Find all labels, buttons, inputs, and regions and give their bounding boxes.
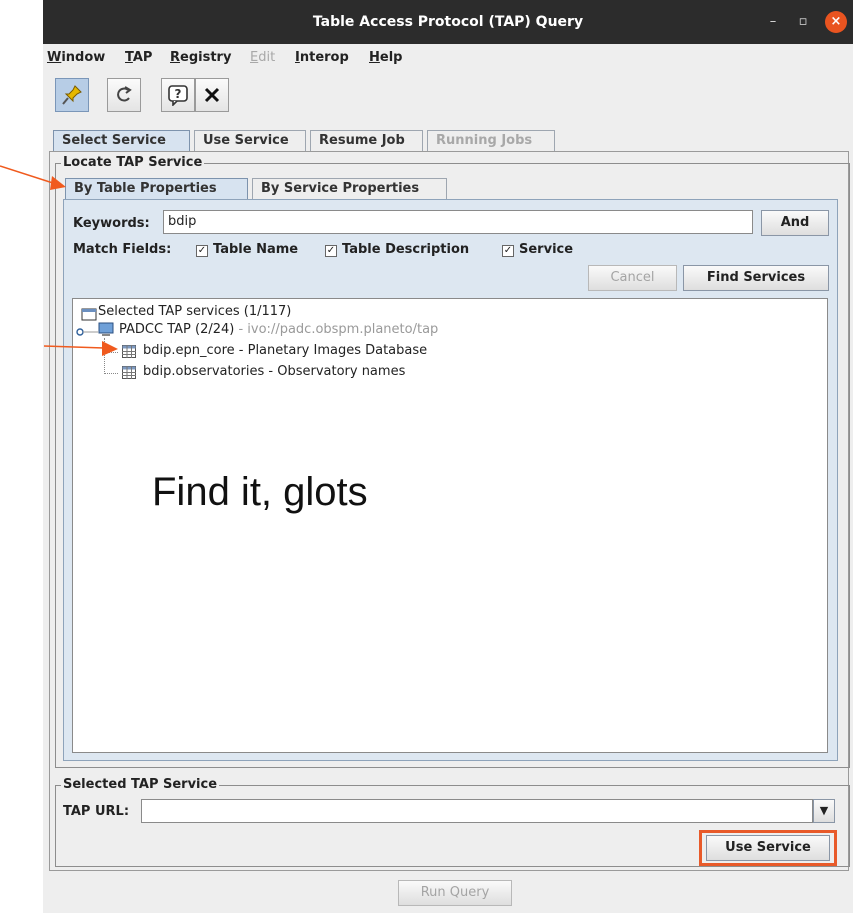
menu-tap[interactable]: TAP bbox=[125, 50, 152, 65]
menu-bar: Window TAP Registry Edit Interop Help bbox=[43, 44, 853, 72]
folder-icon bbox=[81, 308, 97, 321]
tap-url-label: TAP URL: bbox=[63, 804, 130, 819]
annotation-arrow-icon bbox=[44, 341, 118, 356]
annotation-arrow-icon bbox=[0, 165, 66, 190]
locate-group-title: Locate TAP Service bbox=[61, 155, 205, 170]
menu-help[interactable]: Help bbox=[369, 50, 402, 65]
keywords-input[interactable]: bdip bbox=[163, 210, 753, 234]
selected-group-title: Selected TAP Service bbox=[61, 777, 220, 792]
close-icon[interactable] bbox=[195, 78, 229, 112]
tree-root-label: Selected TAP services (1/117) bbox=[98, 304, 292, 319]
tap-url-dropdown-icon[interactable]: ▼ bbox=[813, 799, 835, 823]
find-services-button[interactable]: Find Services bbox=[683, 265, 829, 291]
tap-url-input[interactable] bbox=[141, 799, 813, 823]
annotation-text: Find it, glots bbox=[152, 470, 368, 514]
menu-edit: Edit bbox=[250, 50, 276, 65]
close-icon[interactable]: × bbox=[825, 11, 847, 33]
table-icon bbox=[122, 366, 136, 379]
tree-connector bbox=[104, 373, 118, 374]
tap-query-window: Table Access Protocol (TAP) Query – ▫ × … bbox=[43, 0, 853, 913]
title-bar: Table Access Protocol (TAP) Query – ▫ × bbox=[43, 0, 853, 44]
use-service-highlight bbox=[699, 830, 837, 866]
reload-icon[interactable] bbox=[107, 78, 141, 112]
table-description-label: Table Description bbox=[342, 242, 470, 257]
table-name-label: Table Name bbox=[213, 242, 299, 257]
menu-interop[interactable]: Interop bbox=[295, 50, 349, 65]
tab-running-jobs: Running Jobs bbox=[427, 130, 555, 152]
computer-icon bbox=[98, 322, 114, 336]
tab-use-service[interactable]: Use Service bbox=[194, 130, 306, 152]
service-label: Service bbox=[519, 242, 574, 257]
maximize-icon[interactable]: ▫ bbox=[793, 12, 813, 32]
checkbox-table-name[interactable]: ✓ bbox=[196, 245, 208, 257]
svg-text:?: ? bbox=[175, 87, 182, 101]
tab-select-service[interactable]: Select Service bbox=[53, 130, 190, 152]
tree-table-observatories[interactable]: bdip.observatories - Observatory names bbox=[143, 364, 405, 379]
keywords-label: Keywords: bbox=[73, 216, 150, 231]
help-icon[interactable]: ? bbox=[161, 78, 195, 112]
toolbar: ? bbox=[43, 72, 853, 120]
services-tree[interactable]: Selected TAP services (1/117) PADCC TAP … bbox=[72, 298, 828, 753]
table-icon bbox=[122, 345, 136, 358]
tree-table-epn-core[interactable]: bdip.epn_core - Planetary Images Databas… bbox=[143, 343, 427, 358]
checkbox-table-description[interactable]: ✓ bbox=[325, 245, 337, 257]
cancel-button: Cancel bbox=[588, 265, 677, 291]
tree-service-node[interactable]: PADCC TAP (2/24) - ivo://padc.obspm.plan… bbox=[119, 322, 438, 337]
menu-window[interactable]: Window bbox=[47, 50, 105, 65]
main-tabs: Select Service Use Service Resume Job Ru… bbox=[53, 130, 833, 152]
match-fields-label: Match Fields: bbox=[73, 242, 172, 257]
pin-icon[interactable] bbox=[55, 78, 89, 112]
checkbox-service[interactable]: ✓ bbox=[502, 245, 514, 257]
tab-resume-job[interactable]: Resume Job bbox=[310, 130, 423, 152]
tab-by-service-properties[interactable]: By Service Properties bbox=[252, 178, 447, 200]
minimize-icon[interactable]: – bbox=[763, 12, 783, 32]
and-button[interactable]: And bbox=[761, 210, 829, 236]
menu-registry[interactable]: Registry bbox=[170, 50, 231, 65]
run-query-button: Run Query bbox=[398, 880, 512, 906]
window-title: Table Access Protocol (TAP) Query bbox=[312, 14, 584, 30]
tab-by-table-properties[interactable]: By Table Properties bbox=[65, 178, 248, 200]
